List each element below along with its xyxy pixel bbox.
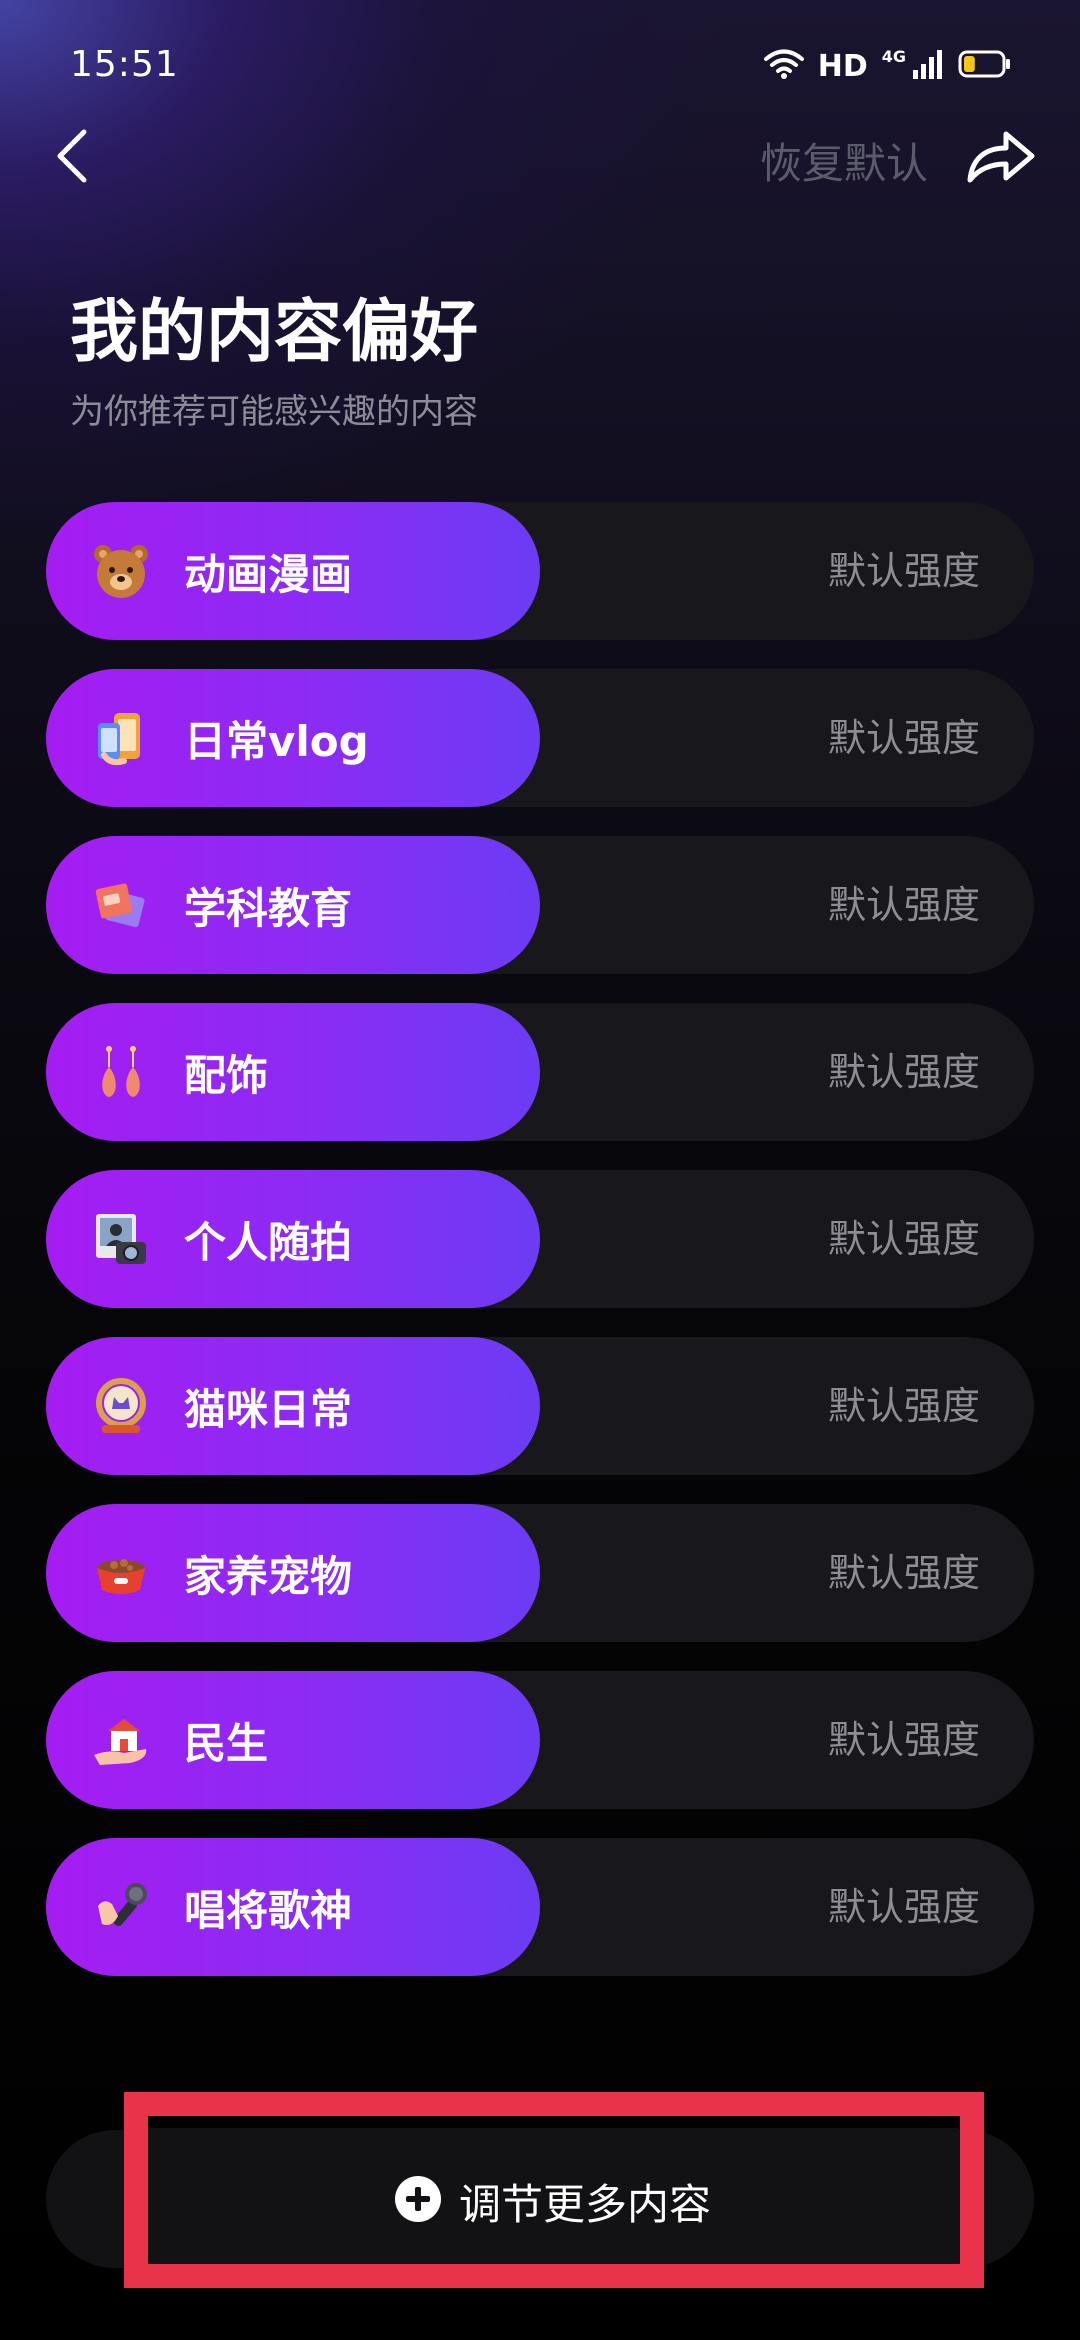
preference-row[interactable]: 个人随拍 默认强度: [46, 1170, 1034, 1308]
preference-label: 个人随拍: [184, 1217, 353, 1267]
page-subtitle: 为你推荐可能感兴趣的内容: [70, 392, 478, 432]
bear-icon: [88, 538, 154, 604]
network-type-label: 4G: [881, 46, 906, 66]
preference-list: 动画漫画 默认强度 日常vlog 默认强度 学科教育 默认强度 配饰 默认强度 …: [46, 502, 1034, 2005]
restore-default-button[interactable]: 恢复默认: [760, 130, 928, 191]
preference-row[interactable]: 配饰 默认强度: [46, 1003, 1034, 1141]
status-time: 15:51: [70, 44, 179, 85]
preference-row[interactable]: 民生 默认强度: [46, 1671, 1034, 1809]
hd-label: HD: [817, 48, 868, 84]
earrings-icon: [88, 1039, 154, 1105]
microphone-hand-icon: [88, 1874, 154, 1940]
preference-row[interactable]: 家养宠物 默认强度: [46, 1504, 1034, 1642]
highlight-box: [124, 2092, 984, 2288]
preference-pill[interactable]: 民生: [46, 1671, 540, 1809]
preference-strength[interactable]: 默认强度: [828, 502, 980, 640]
share-button[interactable]: [962, 126, 1038, 190]
cat-mirror-icon: [88, 1373, 154, 1439]
preference-row[interactable]: 学科教育 默认强度: [46, 836, 1034, 974]
phone-vlog-icon: [88, 705, 154, 771]
preference-row[interactable]: 猫咪日常 默认强度: [46, 1337, 1034, 1475]
preference-pill[interactable]: 学科教育: [46, 836, 540, 974]
books-icon: [88, 872, 154, 938]
preference-strength[interactable]: 默认强度: [828, 1838, 980, 1976]
preference-row[interactable]: 动画漫画 默认强度: [46, 502, 1034, 640]
preference-label: 民生: [184, 1718, 269, 1768]
chevron-left-icon: [52, 126, 92, 190]
preference-pill[interactable]: 猫咪日常: [46, 1337, 540, 1475]
preference-label: 日常vlog: [184, 716, 369, 766]
signal-icon: [912, 48, 944, 84]
preference-pill[interactable]: 日常vlog: [46, 669, 540, 807]
preference-pill[interactable]: 唱将歌神: [46, 1838, 540, 1976]
preference-label: 家养宠物: [184, 1551, 353, 1601]
battery-icon: [958, 50, 1012, 82]
back-button[interactable]: [44, 126, 100, 190]
preference-label: 学科教育: [184, 883, 353, 933]
preference-label: 动画漫画: [184, 549, 353, 599]
preference-strength[interactable]: 默认强度: [828, 1337, 980, 1475]
preference-strength[interactable]: 默认强度: [828, 669, 980, 807]
wifi-icon: [763, 48, 804, 84]
status-icons: HD 4G: [763, 44, 1012, 88]
preference-strength[interactable]: 默认强度: [828, 1671, 980, 1809]
preference-pill[interactable]: 动画漫画: [46, 502, 540, 640]
house-hand-icon: [88, 1707, 154, 1773]
preference-strength[interactable]: 默认强度: [828, 1170, 980, 1308]
share-arrow-icon: [962, 131, 1038, 194]
preference-label: 唱将歌神: [184, 1885, 353, 1935]
preference-strength[interactable]: 默认强度: [828, 1003, 980, 1141]
preference-row[interactable]: 日常vlog 默认强度: [46, 669, 1034, 807]
preference-label: 配饰: [184, 1050, 269, 1100]
camera-photo-icon: [88, 1206, 154, 1272]
preference-pill[interactable]: 家养宠物: [46, 1504, 540, 1642]
page-title: 我的内容偏好: [70, 293, 479, 372]
pet-bowl-icon: [88, 1540, 154, 1606]
status-bar: 15:51 HD 4G: [0, 0, 1080, 130]
preference-strength[interactable]: 默认强度: [828, 836, 980, 974]
preference-strength[interactable]: 默认强度: [828, 1504, 980, 1642]
preference-pill[interactable]: 个人随拍: [46, 1170, 540, 1308]
preference-pill[interactable]: 配饰: [46, 1003, 540, 1141]
preference-label: 猫咪日常: [184, 1384, 353, 1434]
preference-row[interactable]: 唱将歌神 默认强度: [46, 1838, 1034, 1976]
